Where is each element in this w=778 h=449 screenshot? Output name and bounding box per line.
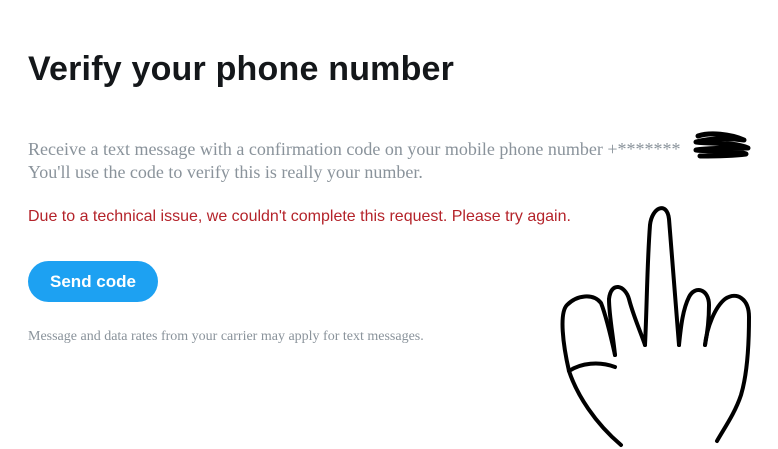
description-line-2: You'll use the code to verify this is re… [28, 162, 423, 182]
verify-phone-page: Verify your phone number Receive a text … [0, 0, 778, 449]
description: Receive a text message with a confirmati… [28, 138, 728, 184]
send-code-button[interactable]: Send code [28, 261, 158, 302]
hand-drawing [560, 206, 751, 447]
disclaimer-text: Message and data rates from your carrier… [28, 329, 424, 344]
error-message: Due to a technical issue, we couldn't co… [28, 208, 571, 225]
description-line-1: Receive a text message with a confirmati… [28, 139, 681, 159]
redaction-scribble [693, 131, 751, 159]
page-title: Verify your phone number [28, 50, 455, 88]
